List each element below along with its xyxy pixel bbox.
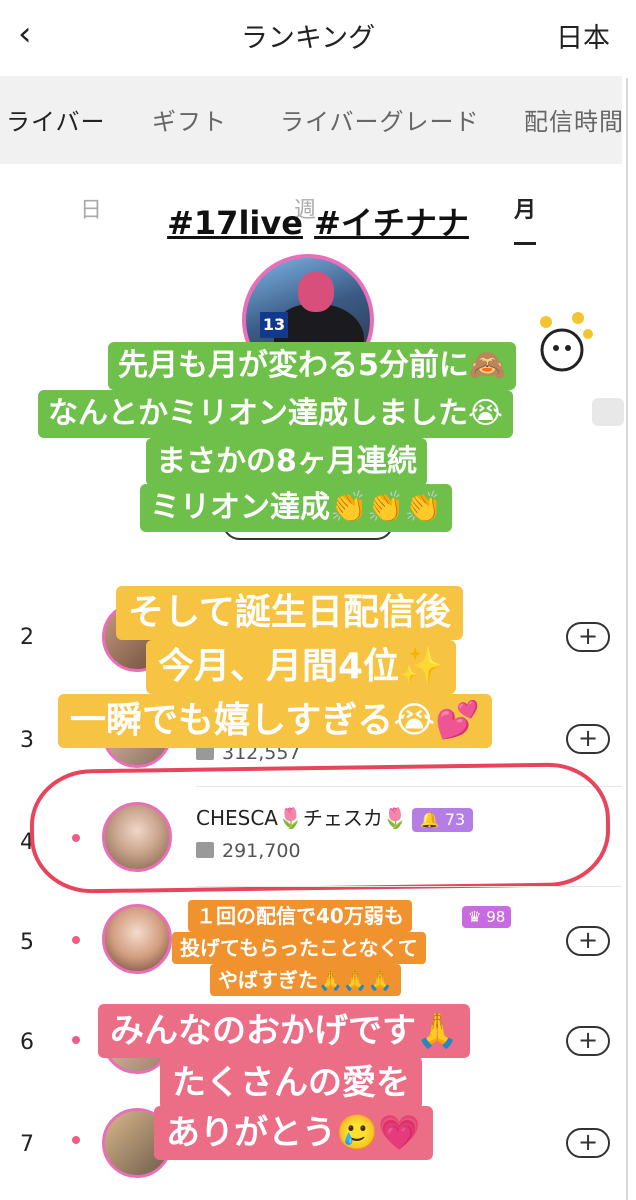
follow-button[interactable]: + xyxy=(566,724,610,754)
hashtag-17live: #17live xyxy=(167,204,303,242)
caption-green-2: なんとかミリオン達成しました😭 xyxy=(38,390,514,438)
follow-button[interactable]: + xyxy=(566,1026,610,1056)
rank-number: 3 xyxy=(20,728,34,753)
saddle-number: 13 xyxy=(260,312,288,338)
caption-green-4: ミリオン達成👏👏👏 xyxy=(140,484,453,532)
category-tabs: ライバー ギフト ライバーグレード 配信時間 xyxy=(0,76,624,164)
tab-gift[interactable]: ギフト xyxy=(152,102,227,137)
top-bar: ‹ ランキング 日本 xyxy=(0,0,636,72)
caption-green-3: まさかの8ヶ月連続 xyxy=(146,438,427,486)
caption-orange-3: やばすぎた🙏🙏🙏 xyxy=(210,964,401,996)
live-dot xyxy=(72,1036,80,1044)
hashtag-caption: #17live #イチナナ xyxy=(0,198,636,244)
screen-edge-divider xyxy=(626,78,628,1200)
rank-number: 7 xyxy=(20,1132,34,1157)
caption-orange-2: 投げてもらったことなくて xyxy=(172,932,426,964)
rank-number: 5 xyxy=(20,930,34,955)
jockey-photo xyxy=(298,272,334,312)
live-dot xyxy=(72,936,80,944)
caption-pink-3: ありがとう🥲💗 xyxy=(154,1106,433,1160)
avatar[interactable] xyxy=(102,904,172,974)
caption-green-1: 先月も月が変わる5分前に🙈 xyxy=(108,342,517,390)
caption-orange-1: １回の配信で40万弱も xyxy=(188,900,412,932)
ghost-sticker-icon xyxy=(540,312,593,372)
live-dot xyxy=(72,1136,80,1144)
tab-liver[interactable]: ライバー xyxy=(6,102,106,137)
caption-yellow-2: 今月、月間4位✨ xyxy=(146,640,456,694)
caption-pink-1: みんなのおかげです🙏 xyxy=(98,1004,471,1058)
caption-yellow-3: 一瞬でも嬉しすぎる😭💕 xyxy=(58,694,493,748)
rank-number: 6 xyxy=(20,1030,34,1055)
rank-number: 2 xyxy=(20,625,34,650)
hashtag-ichinana: #イチナナ xyxy=(314,204,469,242)
hidden-badge xyxy=(592,398,624,426)
region-selector[interactable]: 日本 xyxy=(556,16,610,55)
tab-stream-time[interactable]: 配信時間 xyxy=(524,102,624,137)
tab-liver-grade[interactable]: ライバーグレード xyxy=(280,102,480,137)
crown-level-badge: ♛ 98 xyxy=(462,906,512,928)
follow-button[interactable]: + xyxy=(566,622,610,652)
follow-button[interactable]: + xyxy=(566,1128,610,1158)
follow-button[interactable]: + xyxy=(566,926,610,956)
highlight-ring xyxy=(29,761,611,895)
page-title: ランキング xyxy=(240,23,376,54)
caption-yellow-1: そして誕生日配信後 xyxy=(116,586,463,640)
caption-pink-2: たくさんの愛を xyxy=(160,1056,422,1110)
row-divider xyxy=(196,886,622,887)
